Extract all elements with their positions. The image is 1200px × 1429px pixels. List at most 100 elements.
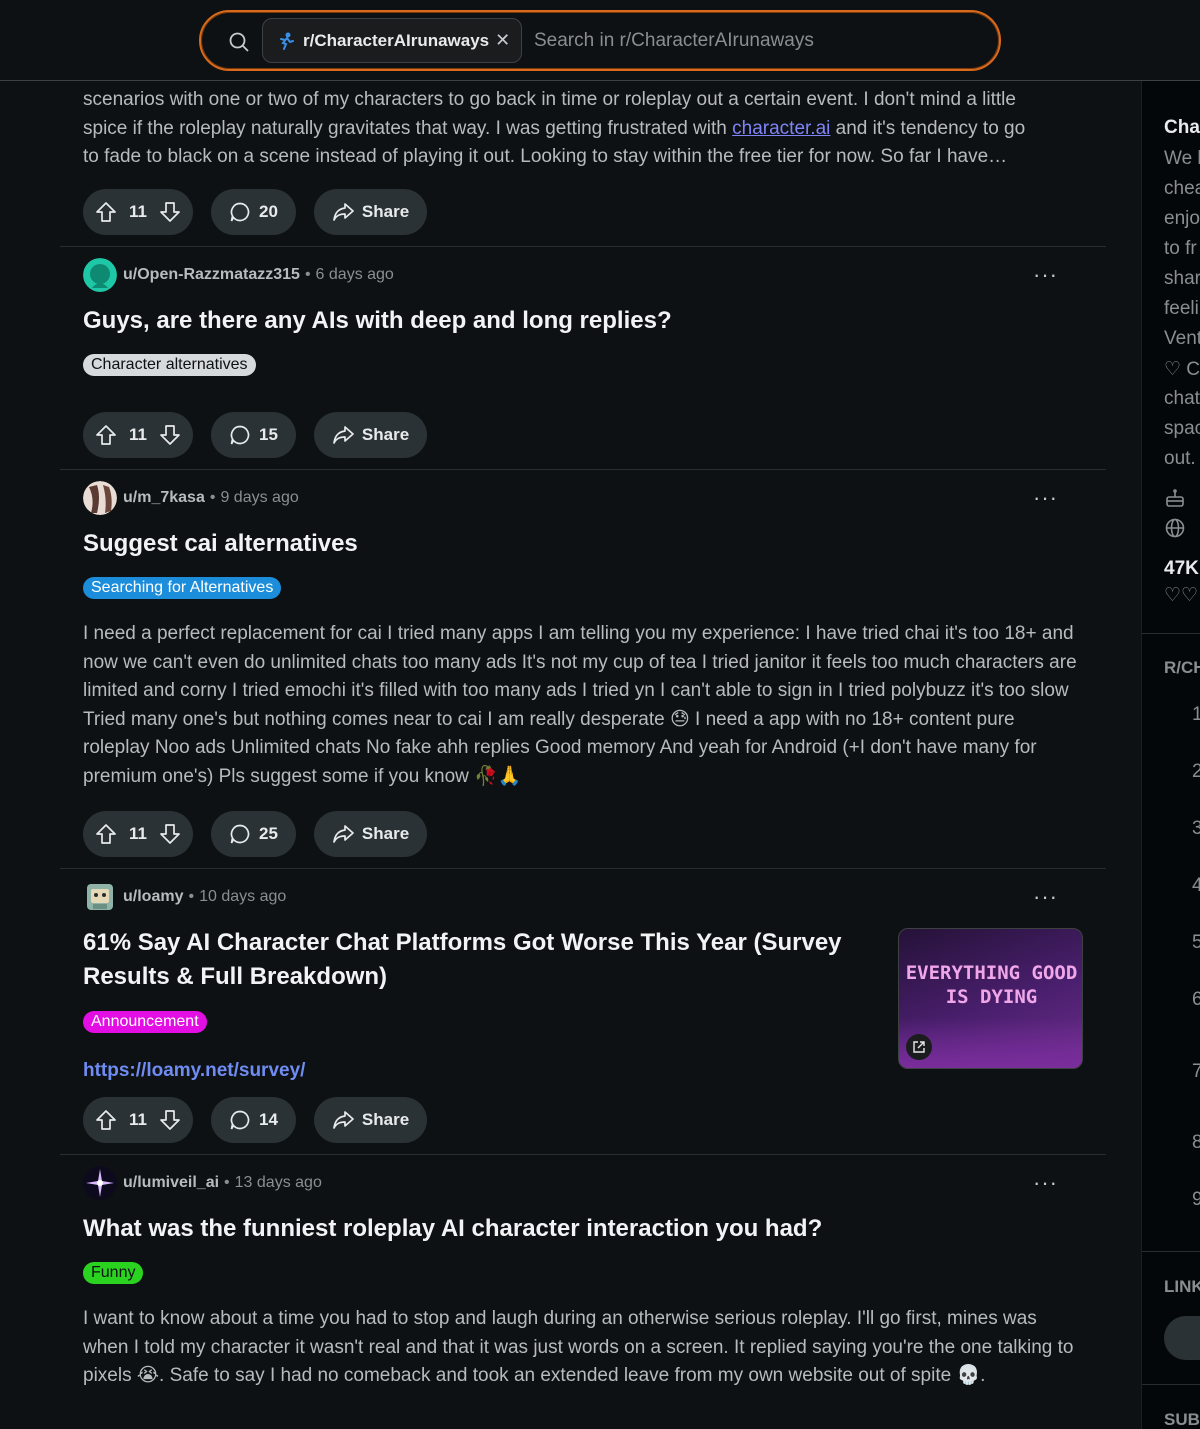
comment-count: 25 — [258, 824, 278, 843]
share-button[interactable]: Share — [313, 1097, 428, 1143]
search-input[interactable]: Search in r/CharacterAIrunaways — [534, 30, 814, 52]
rule-number[interactable]: 5 — [1192, 932, 1200, 954]
character-ai-link[interactable]: character.ai — [732, 118, 830, 139]
more-options-icon[interactable]: ··· — [1033, 1170, 1058, 1196]
upvote-icon[interactable] — [95, 823, 117, 845]
share-icon — [333, 825, 354, 843]
vote-count: 11 — [129, 824, 147, 843]
community-title: Cha — [1164, 117, 1200, 138]
avatar[interactable] — [83, 1166, 117, 1200]
close-icon[interactable]: ✕ — [495, 30, 510, 51]
vote-control: 11 — [83, 1097, 193, 1143]
post-meta: u/loamy • 10 days ago ··· — [83, 880, 1083, 914]
external-link-icon[interactable] — [906, 1034, 932, 1060]
share-button[interactable]: Share — [313, 412, 428, 458]
runaway-figure-icon — [280, 32, 294, 50]
share-button[interactable]: Share — [313, 189, 428, 235]
community-description-line: chea — [1164, 178, 1200, 199]
more-options-icon[interactable]: ··· — [1033, 485, 1058, 511]
rule-number[interactable]: 3 — [1192, 818, 1200, 840]
vote-count: 11 — [129, 1110, 147, 1129]
vote-control: 11 — [83, 189, 193, 235]
rule-number[interactable]: 9 — [1192, 1189, 1200, 1211]
post-author[interactable]: u/lumiveil_ai — [123, 1174, 219, 1192]
post-thumbnail[interactable]: EVERYTHING GOOD IS DYING — [898, 928, 1083, 1069]
more-options-icon[interactable]: ··· — [1033, 262, 1058, 288]
downvote-icon[interactable] — [159, 424, 181, 446]
community-description-line: Vent — [1164, 328, 1200, 349]
separator-dot: • — [188, 888, 195, 905]
post-card[interactable]: u/m_7kasa • 9 days ago ··· Suggest cai a… — [60, 470, 1106, 869]
post-meta: u/m_7kasa • 9 days ago ··· — [83, 481, 1083, 515]
comment-icon — [230, 425, 250, 445]
globe-icon — [1165, 518, 1185, 538]
post-card[interactable]: u/Open-Razzmatazz315 • 6 days ago ··· Gu… — [60, 247, 1106, 470]
post-title[interactable]: 61% Say AI Character Chat Platforms Got … — [83, 926, 843, 994]
share-label: Share — [361, 1110, 410, 1129]
post-flair[interactable]: Character alternatives — [83, 354, 256, 376]
avatar[interactable] — [83, 481, 117, 515]
post-time: 13 days ago — [234, 1174, 322, 1191]
post-link[interactable]: https://loamy.net/survey/ — [83, 1060, 305, 1082]
post-time: 6 days ago — [315, 266, 394, 283]
sub-heading: SUB — [1164, 1410, 1200, 1429]
separator-dot: • — [304, 266, 311, 283]
upvote-icon[interactable] — [95, 201, 117, 223]
community-description-line: spac — [1164, 418, 1200, 439]
comments-button[interactable]: 14 — [210, 1097, 296, 1143]
comments-button[interactable]: 15 — [210, 412, 296, 458]
share-icon — [333, 1111, 354, 1129]
avatar[interactable] — [83, 258, 117, 292]
rule-number[interactable]: 2 — [1192, 761, 1200, 783]
post-body-line: scenarios with one or two of my characte… — [83, 89, 1016, 110]
share-button[interactable]: Share — [313, 811, 428, 857]
downvote-icon[interactable] — [159, 823, 181, 845]
post-flair[interactable]: Funny — [83, 1262, 144, 1284]
vote-count: 11 — [129, 202, 147, 221]
post-body-line: to fade to black on a scene instead of p… — [83, 146, 1008, 168]
rule-number[interactable]: 4 — [1192, 875, 1200, 897]
community-description-line: feeli — [1164, 298, 1199, 319]
upvote-icon[interactable] — [95, 424, 117, 446]
vote-control: 11 — [83, 811, 193, 857]
post-title[interactable]: Guys, are there any AIs with deep and lo… — [83, 304, 672, 338]
comment-icon — [230, 202, 250, 222]
downvote-icon[interactable] — [159, 201, 181, 223]
comments-button[interactable]: 25 — [210, 811, 296, 857]
rule-number[interactable]: 7 — [1192, 1061, 1200, 1083]
more-options-icon[interactable]: ··· — [1033, 884, 1058, 910]
post-card[interactable]: u/loamy • 10 days ago ··· 61% Say AI Cha… — [60, 869, 1106, 1155]
rule-number[interactable]: 1 — [1192, 704, 1200, 726]
post-meta: u/Open-Razzmatazz315 • 6 days ago ··· — [83, 258, 1083, 292]
avatar[interactable] — [83, 880, 117, 914]
post-actions: 11 14 Share — [83, 1097, 428, 1143]
divider — [1142, 1251, 1200, 1252]
post-flair[interactable]: Announcement — [83, 1011, 207, 1033]
post-body: I need a perfect replacement for cai I t… — [83, 623, 1077, 787]
search-bar[interactable]: r/CharacterAIrunaways ✕ Search in r/Char… — [199, 10, 1001, 71]
rule-number[interactable]: 6 — [1192, 989, 1200, 1011]
link-button[interactable] — [1164, 1316, 1200, 1360]
share-label: Share — [361, 824, 410, 843]
post-time: 10 days ago — [199, 888, 287, 905]
comments-button[interactable]: 20 — [210, 189, 296, 235]
post-author[interactable]: u/m_7kasa — [123, 489, 205, 507]
post-title[interactable]: Suggest cai alternatives — [83, 527, 358, 561]
subreddit-filter-chip[interactable]: r/CharacterAIrunaways ✕ — [262, 18, 522, 63]
rule-number[interactable]: 8 — [1192, 1132, 1200, 1154]
comment-icon — [230, 824, 250, 844]
post-flair[interactable]: Searching for Alternatives — [83, 577, 282, 599]
post-card[interactable]: scenarios with one or two of my characte… — [60, 81, 1106, 247]
community-description-line: enjo — [1164, 208, 1200, 229]
post-author[interactable]: u/Open-Razzmatazz315 — [123, 266, 300, 284]
post-actions: 11 15 Share — [83, 412, 428, 458]
upvote-icon[interactable] — [95, 1109, 117, 1131]
post-title[interactable]: What was the funniest roleplay AI charac… — [83, 1212, 822, 1246]
post-card[interactable]: u/lumiveil_ai • 13 days ago ··· What was… — [60, 1155, 1106, 1429]
post-actions: 11 20 Share — [83, 189, 428, 235]
downvote-icon[interactable] — [159, 1109, 181, 1131]
cake-icon — [1166, 489, 1184, 507]
comment-icon — [230, 1110, 250, 1130]
community-description-line: We l — [1164, 148, 1200, 169]
post-author[interactable]: u/loamy — [123, 888, 183, 906]
